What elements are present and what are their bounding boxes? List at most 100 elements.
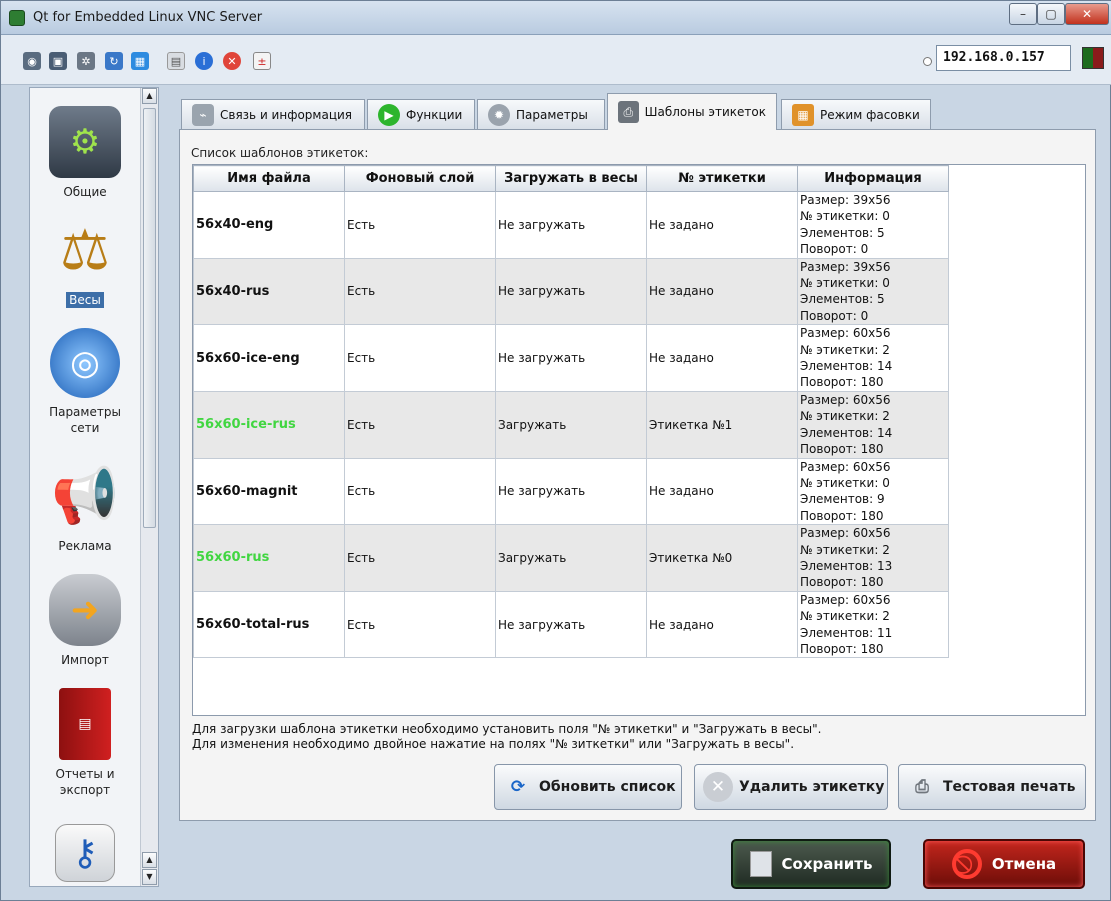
cell-load[interactable]: Загружать [495, 524, 647, 592]
button-label: Отмена [991, 855, 1057, 873]
table-row[interactable]: 56x60-rus Есть Загружать Этикетка №0 Размер:… [193, 524, 949, 592]
cell-label-no[interactable]: Не задано [646, 457, 798, 526]
tab-packing-mode[interactable]: ▦ Режим фасовки [781, 99, 931, 129]
database-icon: ➜ [49, 574, 121, 646]
ip-address-field[interactable]: 192.168.0.157 [936, 45, 1071, 71]
cell-filename[interactable]: 56x60-ice-rus [193, 390, 345, 459]
connection-status-indicator [1082, 47, 1104, 69]
tab-parameters[interactable]: ✹ Параметры [477, 99, 605, 129]
cell-load[interactable]: Не загружать [495, 257, 647, 326]
tab-connection-info[interactable]: ⌁ Связь и информация [181, 99, 365, 129]
cell-label-no[interactable]: Не задано [646, 191, 798, 259]
title-bar: Qt for Embedded Linux VNC Server – ▢ ✕ [1, 1, 1111, 35]
ip-radio[interactable] [923, 57, 932, 66]
scroll-up-button[interactable]: ▲ [142, 88, 157, 104]
cell-background[interactable]: Есть [344, 390, 496, 459]
cell-filename[interactable]: 56x60-ice-eng [193, 324, 345, 392]
cell-background[interactable]: Есть [344, 457, 496, 526]
sidebar-item-network[interactable]: ◎ Параметры сети [30, 328, 140, 436]
scroll-down-button[interactable]: ▼ [142, 869, 157, 885]
cell-load[interactable]: Не загружать [495, 457, 647, 526]
scroll-up-button-bottom[interactable]: ▲ [142, 852, 157, 868]
sidebar-item-security[interactable]: ⚷ [30, 824, 140, 882]
fullscreen-icon[interactable]: ▣ [49, 52, 67, 70]
minimize-button[interactable]: – [1009, 3, 1037, 25]
cell-label-no[interactable]: Этикетка №0 [646, 524, 798, 592]
help-note-line: Для изменения необходимо двойное нажатие… [192, 737, 795, 751]
cell-load[interactable]: Не загружать [495, 324, 647, 392]
cancel-button[interactable]: ⃠ Отмена [923, 839, 1085, 889]
maximize-button[interactable]: ▢ [1037, 3, 1065, 25]
templates-table-container[interactable]: Имя файла Фоновый слой Загружать в весы … [192, 164, 1086, 716]
cell-background[interactable]: Есть [344, 191, 496, 259]
close-icon[interactable]: ✕ [223, 52, 241, 70]
sidebar-item-ads[interactable]: 📢 Реклама [30, 460, 140, 554]
cell-filename[interactable]: 56x40-eng [193, 191, 345, 259]
cell-info: Размер: 39x56 № этикетки: 0 Элементов: 5 По… [797, 191, 949, 259]
column-header-load[interactable]: Загружать в весы [495, 165, 647, 192]
column-header-background[interactable]: Фоновый слой [344, 165, 496, 192]
info-icon[interactable]: i [195, 52, 213, 70]
table-row[interactable]: 56x60-ice-rus Есть Загружать Этикетка №1 Раз… [193, 390, 949, 459]
sidebar-scrollbar[interactable]: ▲ ▲ ▼ [140, 88, 158, 886]
cell-background[interactable]: Есть [344, 524, 496, 592]
table-row[interactable]: 56x40-rus Есть Не загружать Не задано Размер… [193, 257, 949, 326]
refresh-icon[interactable]: ↻ [105, 52, 123, 70]
cell-label-no[interactable]: Не задано [646, 257, 798, 326]
cell-label-no[interactable]: Не задано [646, 324, 798, 392]
close-window-button[interactable]: ✕ [1065, 3, 1109, 25]
scroll-thumb[interactable] [143, 108, 156, 528]
document-icon[interactable]: ± [253, 52, 271, 70]
save-icon [749, 851, 772, 877]
table-row[interactable]: 56x60-ice-eng Есть Не загружать Не задано Ра… [193, 324, 949, 392]
window-title: Qt for Embedded Linux VNC Server [33, 10, 263, 25]
info-line: № этикетки: 2 [800, 609, 890, 624]
cell-load[interactable]: Не загружать [495, 191, 647, 259]
sidebar-item-general[interactable]: ⚙ Общие [30, 106, 140, 200]
column-header-label-no[interactable]: № этикетки [646, 165, 798, 192]
cell-load[interactable]: Не загружать [495, 590, 647, 659]
cell-filename[interactable]: 56x60-total-rus [193, 590, 345, 659]
tab-functions[interactable]: ▶ Функции [367, 99, 475, 129]
app-window: Qt for Embedded Linux VNC Server – ▢ ✕ ◉… [0, 0, 1111, 901]
column-header-info[interactable]: Информация [797, 165, 949, 192]
delete-label-button[interactable]: ✕ Удалить этикетку [694, 764, 888, 810]
cell-label-no[interactable]: Этикетка №1 [646, 390, 798, 459]
megaphone-icon: 📢 [51, 464, 119, 527]
table-row[interactable]: 56x60-total-rus Есть Не загружать Не задано… [193, 590, 949, 659]
cell-filename[interactable]: 56x60-rus [193, 524, 345, 592]
refresh-list-button[interactable]: ⟳ Обновить список [494, 764, 682, 810]
refresh-icon: ⟳ [510, 777, 526, 797]
sidebar-item-reports[interactable]: ▤ Отчеты и экспорт [30, 688, 140, 798]
cell-filename[interactable]: 56x40-rus [193, 257, 345, 326]
sidebar-item-import[interactable]: ➜ Импорт [30, 574, 140, 668]
save-button[interactable]: Сохранить [731, 839, 891, 889]
cell-background[interactable]: Есть [344, 324, 496, 392]
table-row[interactable]: 56x60-magnit Есть Не загружать Не задано Раз… [193, 457, 949, 526]
cable-icon: ⌁ [192, 103, 214, 126]
settings-icon[interactable]: ✲ [77, 52, 95, 70]
screenshot-icon[interactable]: ▤ [167, 52, 185, 70]
sidebar-item-scales[interactable]: ⚖ Весы [30, 214, 140, 308]
tab-label: Режим фасовки [820, 107, 920, 122]
cell-background[interactable]: Есть [344, 257, 496, 326]
mixer-icon: ⚙ [49, 106, 121, 178]
view-icon[interactable]: ◉ [23, 52, 41, 70]
windows-icon[interactable]: ▦ [131, 52, 149, 70]
info-line: Размер: 60x56 [800, 326, 891, 341]
info-line: Поворот: 0 [800, 242, 869, 257]
info-line: Поворот: 180 [800, 641, 884, 656]
cell-label-no[interactable]: Не задано [646, 590, 798, 659]
package-icon: ▦ [792, 103, 814, 126]
cell-filename[interactable]: 56x60-magnit [193, 457, 345, 526]
info-line: Поворот: 180 [800, 442, 884, 457]
tab-label: Параметры [516, 107, 588, 122]
test-print-button[interactable]: ⎙ Тестовая печать [898, 764, 1086, 810]
column-header-filename[interactable]: Имя файла [193, 165, 345, 192]
templates-table: Имя файла Фоновый слой Загружать в весы … [193, 165, 949, 659]
cell-load[interactable]: Загружать [495, 390, 647, 459]
cell-background[interactable]: Есть [344, 590, 496, 659]
table-row[interactable]: 56x40-eng Есть Не загружать Не задано Размер… [193, 191, 949, 259]
cell-info: Размер: 60x56 № этикетки: 2 Элементов: 14 П… [797, 390, 949, 459]
tab-label-templates[interactable]: ⎙ Шаблоны этикеток [607, 93, 777, 130]
